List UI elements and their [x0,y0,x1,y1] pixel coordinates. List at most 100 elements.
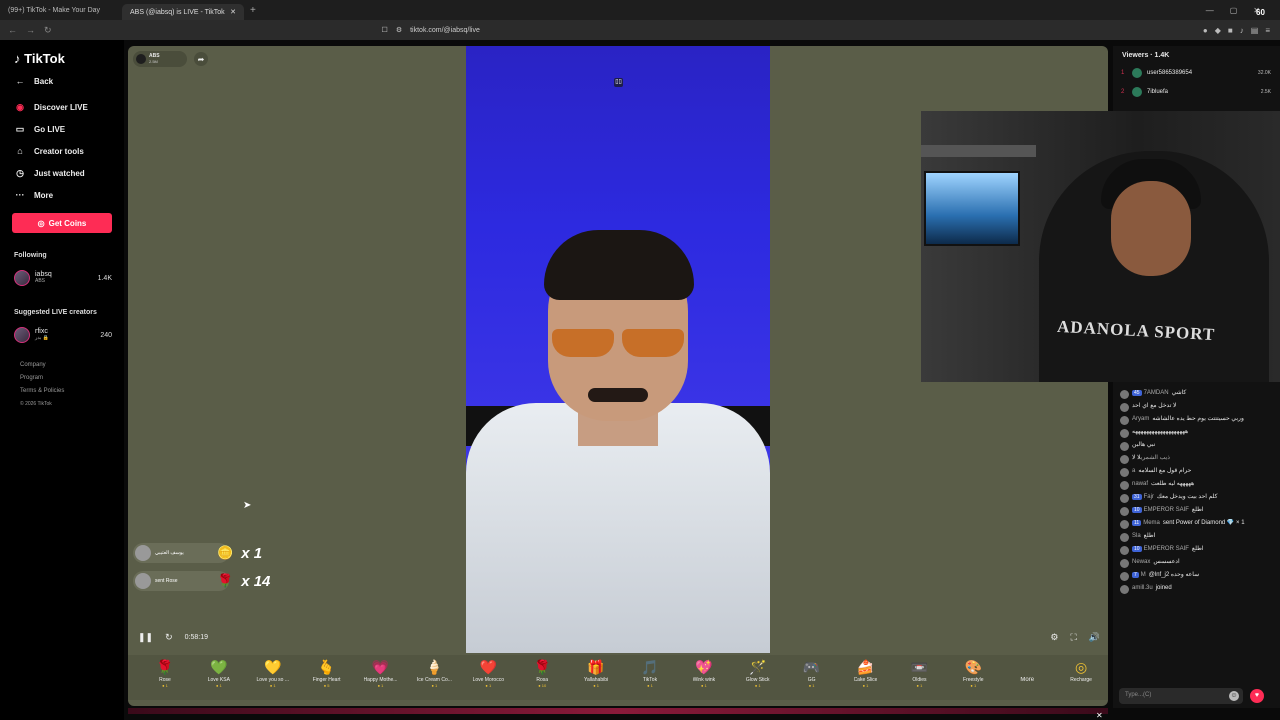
pause-icon[interactable]: ❚❚ [138,632,153,643]
gift-item[interactable]: 🫰 Finger Heart ● 5 [300,655,354,688]
gift-item[interactable]: 🍰 Cake Slice ● 1 [839,655,893,688]
settings-icon[interactable]: ⚙ [1050,632,1058,643]
emoji-icon[interactable]: ☺ [1229,691,1239,701]
recharge-button[interactable]: ◎ Recharge [1054,655,1108,683]
footer-link-company[interactable]: Company [20,362,46,368]
back-arrow-icon[interactable]: ← [8,25,17,36]
gift-item[interactable]: 🍦 Ice Cream Co... ● 1 [407,655,461,688]
chat-message: لا تدخل مع اي احد [1113,401,1280,414]
gift-item[interactable]: ❤️ Love Morocco ● 1 [461,655,515,688]
chat-text: @lnf_j2 ساعه وحده [1148,572,1200,578]
chat-username[interactable]: Fajr [1144,494,1154,500]
extension-icon[interactable]: ▤ [1251,26,1259,35]
gift-item[interactable]: 🌹 Rose ● 1 [138,655,192,688]
reload-icon[interactable]: ↻ [44,25,52,36]
arrow-left-icon: ← [15,76,25,86]
gift-notification: sent Rose 🌹 x 14 [133,571,270,591]
gift-item[interactable]: 💖 Wink wink ● 1 [677,655,731,688]
fullscreen-icon[interactable]: ⛶ [1070,632,1076,643]
gift-item[interactable]: 🎁 Yallahabibi ● 1 [569,655,623,688]
gift-price-value: 1 [488,683,492,688]
site-info-icon[interactable]: ⚙ [396,26,402,34]
level-badge: 10 [1132,507,1142,513]
tiktok-logo[interactable]: ♪ TikTok [14,51,65,66]
sidebar-item-go-live[interactable]: ▭ Go LIVE [14,124,65,135]
chat-message: Sla اطلع [1113,531,1280,544]
browser-tab-2[interactable]: ABS (@iabsq) is LIVE - TikTok ✕ [122,4,244,20]
chat-input[interactable]: Type...(C) [1119,688,1243,704]
chat-username[interactable]: Newax [1132,559,1150,565]
chat-username[interactable]: Mema [1143,520,1160,526]
gift-price: ● 1 [215,683,222,688]
chat-username[interactable]: EMPEROR SAIF [1144,507,1189,513]
suggested-account[interactable]: rfixc بدر 🔒 240 [14,327,112,343]
gift-item[interactable]: 📼 Oldies ● 1 [892,655,946,688]
back-button[interactable]: ← Back [14,76,54,86]
share-icon[interactable]: ➦ [194,52,208,66]
chat-username[interactable]: ذيب الشمري [1141,455,1170,461]
sidebar-item-creator-tools[interactable]: ⌂ Creator tools [14,146,84,156]
webcam-face [1111,181,1191,276]
gift-item[interactable]: 🎨 Freestyle ● 1 [946,655,1000,688]
gift-price-value: 1 [650,683,653,688]
url-text[interactable]: tiktok.com/@iabsq/live [410,27,480,34]
chat-message: 31 Fajr كلم احد بيت ويدخل معك [1113,492,1280,505]
chat-username[interactable]: a [1132,468,1135,474]
gift-item[interactable]: 🎮 GG ● 1 [785,655,839,688]
gift-item[interactable]: 🪄 Glow Stick ● 1 [731,655,785,688]
chat-username[interactable]: EMPEROR SAIF [1144,546,1189,552]
bookmark-icon[interactable]: ☐ [382,26,388,34]
chat-username[interactable]: nawaf [1132,481,1148,487]
viewer-row[interactable]: 2 7ibluefa 2.5K [1121,87,1271,97]
chat-username[interactable]: Aryam [1132,416,1149,422]
viewer-row[interactable]: 1 user5865389654 32.0K [1121,68,1271,78]
extension-icon[interactable]: ◆ [1215,26,1221,35]
gift-item[interactable]: 💗 Happy Mothe... ● 1 [354,655,408,688]
volume-icon[interactable]: 🔊 [1089,632,1100,643]
new-tab-button[interactable]: + [250,5,256,16]
gift-item[interactable]: 🌹 Rosa ● 10 [515,655,569,688]
chat-username[interactable]: Sla [1132,533,1141,539]
clock-icon: ◷ [16,168,24,178]
menu-icon[interactable]: ≡ [1265,26,1270,35]
chat-username[interactable]: amill.3u [1132,585,1153,591]
chat-username[interactable]: M [1141,572,1146,578]
chat-username[interactable]: 7AMDAN [1144,390,1169,396]
extension-icon[interactable]: ■ [1228,26,1233,35]
get-coins-button[interactable]: ◎ Get Coins [12,213,112,233]
extension-icon[interactable]: ● [1203,26,1208,35]
forward-arrow-icon[interactable]: → [26,25,35,36]
sidebar-item-just-watched[interactable]: ◷ Just watched [14,168,85,179]
host-info[interactable]: ABS 2.5M [133,51,187,67]
video-glasses [552,329,684,357]
avatar [1132,87,1142,97]
refresh-icon[interactable]: ↻ [165,632,173,643]
gift-price-value: 1 [920,683,923,688]
footer-link-program[interactable]: Program [20,375,43,381]
sidebar-item-more[interactable]: ··· More [14,190,54,200]
gift-item[interactable]: 💛 Love you so ... ● 1 [246,655,300,688]
level-badge: 11 [1132,520,1142,526]
extension-icon[interactable]: ♪ [1240,26,1244,35]
close-tab-icon[interactable]: ✕ [230,8,236,16]
footer-link-terms[interactable]: Terms & Policies [20,388,64,394]
close-icon[interactable]: ✕ [1096,711,1103,720]
coin-icon: ◎ [37,218,45,228]
browser-tab-1[interactable]: (99+) TikTok - Make Your Day [0,2,122,18]
recharge-label: Recharge [1070,677,1092,683]
gift-price: ● 1 [970,683,977,688]
minimize-icon[interactable]: — [1206,6,1214,15]
logo-text: TikTok [24,51,65,66]
gift-price: ● 1 [754,683,761,688]
gift-item[interactable]: 💚 Love KSA ● 1 [192,655,246,688]
gift-item[interactable]: 🎵 TikTok ● 1 [623,655,677,688]
chat-text: كلم احد بيت ويدخل معك [1156,494,1218,500]
sidebar-item-discover-live[interactable]: ◉ Discover LIVE [14,102,88,113]
stream-timer: 0:58:19 [184,634,208,641]
heart-icon[interactable]: ♥ [1250,689,1264,703]
gift-price: ● 1 [377,683,384,688]
following-account[interactable]: iabsq ABS 1.4K [14,270,112,286]
gift-more-button[interactable]: More [1000,655,1054,683]
avatar [14,327,30,343]
maximize-icon[interactable]: ▢ [1230,6,1238,15]
